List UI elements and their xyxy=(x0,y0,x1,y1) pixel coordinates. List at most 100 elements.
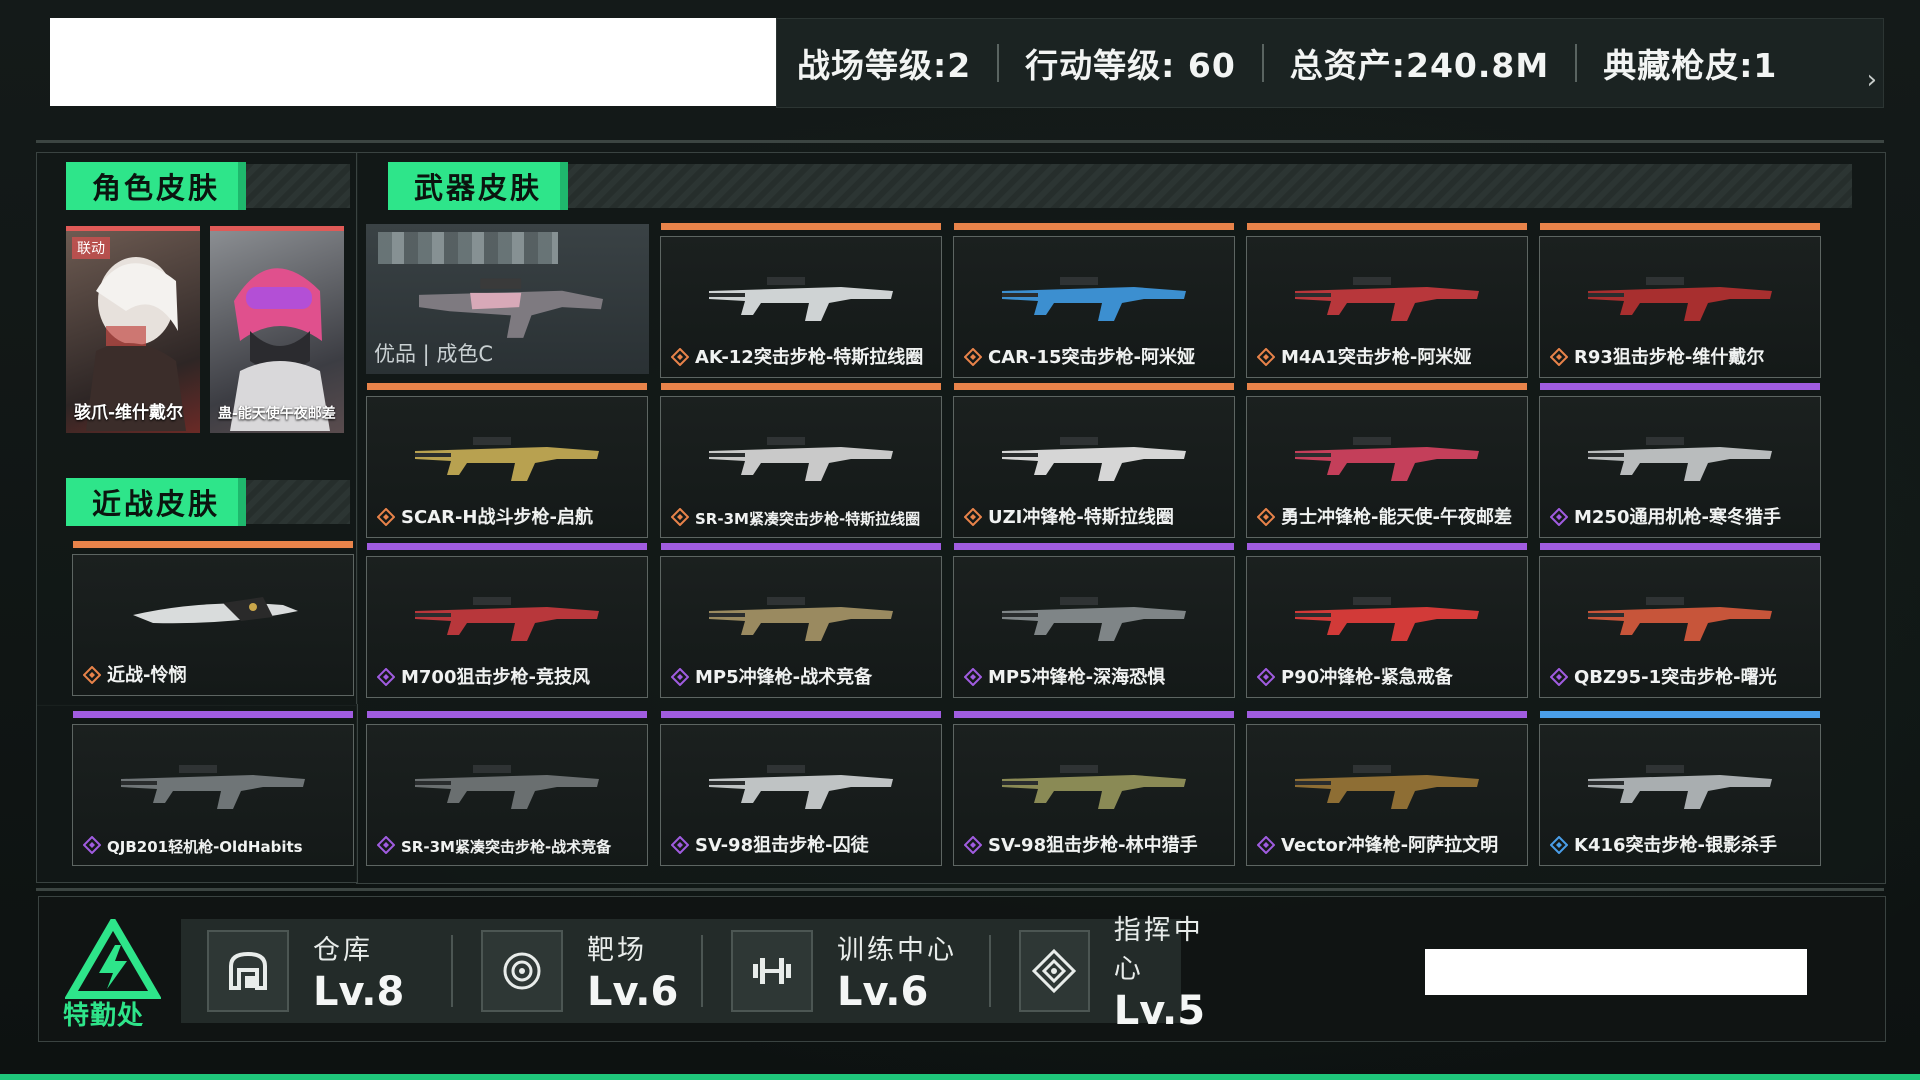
weapon-icon xyxy=(415,765,599,809)
weapon-skin-card[interactable]: K416突击步枪-银影杀手 xyxy=(1539,711,1821,866)
weapon-skin-name: R93狙击步枪-维什戴尔 xyxy=(1574,347,1765,368)
weapon-skin-card[interactable]: CAR-15突击步枪-阿米娅 xyxy=(953,223,1235,378)
melee-skin-name: 近战-怜悯 xyxy=(107,665,187,686)
weapon-skin-card[interactable]: SV-98狙击步枪-林中猎手 xyxy=(953,711,1235,866)
weapon-skin-card[interactable]: MP5冲锋枪-深海恐惧 xyxy=(953,543,1235,698)
total-assets: 总资产:240.8M xyxy=(1236,19,1549,107)
weapon-skin-name: 勇士冲锋枪-能天使-午夜邮差 xyxy=(1281,507,1512,528)
rarity-bar xyxy=(954,711,1234,718)
rarity-bar xyxy=(661,383,941,390)
weapon-icon xyxy=(1295,765,1479,809)
rarity-bar xyxy=(1247,711,1527,718)
collab-badge: 联动 xyxy=(72,237,110,259)
rarity-bar xyxy=(954,543,1234,550)
melee-skins-title: 近战皮肤 xyxy=(66,478,350,526)
weapon-skin-card[interactable]: M700狙击步枪-竞技风 xyxy=(366,543,648,698)
character-skin-name: 骇爪-维什戴尔 xyxy=(74,403,184,423)
weapon-skin-card[interactable]: SV-98狙击步枪-囚徒 xyxy=(660,711,942,866)
weapon-icon xyxy=(1295,437,1479,481)
rarity-diamond-icon xyxy=(1257,836,1275,854)
rifle-icon xyxy=(419,278,603,338)
weapon-icon xyxy=(1588,277,1772,321)
character-skin-card[interactable]: 蛊-能天使午夜邮差 xyxy=(210,226,344,433)
weapon-skin-card[interactable]: SCAR-H战斗步枪-启航 xyxy=(366,383,648,538)
weapon-skin-card[interactable]: SR-3M紧凑突击步枪-战术竞备 xyxy=(366,711,648,866)
facility-warehouse[interactable]: 仓库 Lv.8 xyxy=(207,919,404,1023)
rarity-diamond-icon xyxy=(1257,668,1275,686)
redacted-area xyxy=(1425,949,1807,995)
character-skin-card[interactable]: 联动 骇爪-维什戴尔 xyxy=(66,226,200,433)
rarity-diamond-icon xyxy=(1550,836,1568,854)
weapon-icon xyxy=(1002,437,1186,481)
weapon-skin-name: SV-98狙击步枪-林中猎手 xyxy=(988,835,1198,856)
facility-training[interactable]: 训练中心 Lv.6 xyxy=(731,919,957,1023)
rarity-diamond-icon xyxy=(964,508,982,526)
weapon-skin-name: SV-98狙击步枪-囚徒 xyxy=(695,835,869,856)
rarity-diamond-icon xyxy=(1550,348,1568,366)
rarity-bar xyxy=(1540,711,1820,718)
melee-skin-card[interactable]: 近战-怜悯 xyxy=(72,541,354,696)
target-icon xyxy=(481,930,563,1012)
rarity-bar xyxy=(367,383,647,390)
rarity-diamond-icon xyxy=(83,836,101,854)
weapon-skin-name: QBZ95-1突击步枪-曙光 xyxy=(1574,667,1777,688)
rarity-bar xyxy=(367,711,647,718)
weapon-icon xyxy=(1588,597,1772,641)
weapon-skin-card[interactable]: R93狙击步枪-维什戴尔 xyxy=(1539,223,1821,378)
weapon-icon xyxy=(709,437,893,481)
weapon-icon xyxy=(1002,277,1186,321)
rarity-diamond-icon xyxy=(964,836,982,854)
rarity-bar xyxy=(1540,543,1820,550)
header-stats-bar: 战场等级:2 行动等级: 60 总资产:240.8M 典藏枪皮:1 › xyxy=(776,18,1884,108)
weapon-icon xyxy=(415,597,599,641)
weapon-skin-name: P90冲锋枪-紧急戒备 xyxy=(1281,667,1453,688)
dumbbell-icon xyxy=(731,930,813,1012)
weapon-skin-card[interactable]: AK-12突击步枪-特斯拉线圈 xyxy=(660,223,942,378)
weapon-skin-card[interactable]: 勇士冲锋枪-能天使-午夜邮差 xyxy=(1246,383,1528,538)
rarity-bar xyxy=(73,711,353,718)
knife-icon xyxy=(133,597,298,624)
rarity-diamond-icon xyxy=(377,508,395,526)
weapon-skin-name: SCAR-H战斗步枪-启航 xyxy=(401,507,593,528)
top-divider xyxy=(36,140,1884,143)
weapon-skins-title: 武器皮肤 xyxy=(388,162,1852,210)
weapon-icon xyxy=(1588,765,1772,809)
weapon-skin-name: M700狙击步枪-竞技风 xyxy=(401,667,590,688)
weapon-icon xyxy=(1002,597,1186,641)
rarity-bar xyxy=(1540,383,1820,390)
weapon-skin-card[interactable]: SR-3M紧凑突击步枪-特斯拉线圈 xyxy=(660,383,942,538)
weapon-skin-card[interactable]: MP5冲锋枪-战术竞备 xyxy=(660,543,942,698)
chevron-right-icon[interactable]: › xyxy=(1867,65,1877,95)
command-icon xyxy=(1019,930,1090,1012)
weapon-skin-name: MP5冲锋枪-战术竞备 xyxy=(695,667,873,688)
character-skins-title: 角色皮肤 xyxy=(66,162,350,210)
rarity-bar xyxy=(367,543,647,550)
weapon-skin-card[interactable]: P90冲锋枪-紧急戒备 xyxy=(1246,543,1528,698)
featured-weapon-grade: 优品 | 成色C xyxy=(374,342,494,366)
weapon-skin-name: M4A1突击步枪-阿米娅 xyxy=(1281,347,1472,368)
operation-level: 行动等级: 60 xyxy=(971,19,1236,107)
weapon-skin-card[interactable]: QBZ95-1突击步枪-曙光 xyxy=(1539,543,1821,698)
weapon-skin-card[interactable]: M4A1突击步枪-阿米娅 xyxy=(1246,223,1528,378)
weapon-skin-card[interactable]: M250通用机枪-寒冬猎手 xyxy=(1539,383,1821,538)
weapon-icon xyxy=(1295,277,1479,321)
rarity-diamond-icon xyxy=(377,668,395,686)
rarity-diamond-icon xyxy=(671,836,689,854)
rarity-diamond-icon xyxy=(671,508,689,526)
special-ops-label: 特勤处 xyxy=(63,1001,145,1031)
rarity-diamond-icon xyxy=(1550,668,1568,686)
character-skin-name: 蛊-能天使午夜邮差 xyxy=(218,406,336,422)
facility-range[interactable]: 靶场 Lv.6 xyxy=(481,919,678,1023)
facility-command[interactable]: 指挥中心 Lv.5 xyxy=(1019,915,1216,1034)
rarity-bar xyxy=(954,223,1234,230)
weapon-skin-card[interactable]: UZI冲锋枪-特斯拉线圈 xyxy=(953,383,1235,538)
weapon-skin-name: SR-3M紧凑突击步枪-特斯拉线圈 xyxy=(695,510,921,528)
weapon-skin-card[interactable]: QJB201轻机枪-OldHabits xyxy=(72,711,354,866)
rarity-bar xyxy=(1247,543,1527,550)
weapon-icon xyxy=(1295,597,1479,641)
weapon-skin-name: SR-3M紧凑突击步枪-战术竞备 xyxy=(401,838,612,856)
featured-weapon-card[interactable]: 优品 | 成色C xyxy=(366,224,649,374)
weapon-skin-card[interactable]: Vector冲锋枪-阿萨拉文明 xyxy=(1246,711,1528,866)
rarity-diamond-icon xyxy=(83,666,101,684)
rarity-bar xyxy=(661,711,941,718)
